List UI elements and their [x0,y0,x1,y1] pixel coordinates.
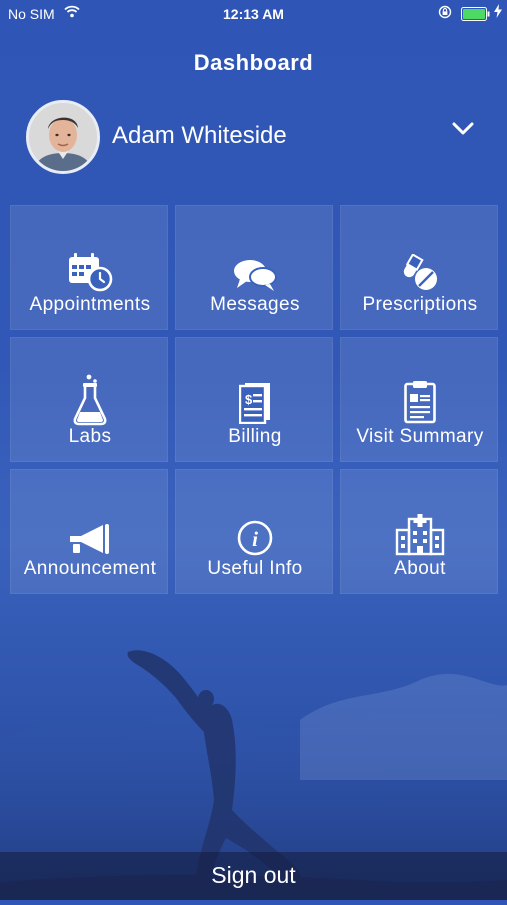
hospital-icon [341,508,499,556]
tile-label: Announcement [23,558,157,579]
flask-icon [11,374,169,426]
pills-icon [341,244,499,292]
calendar-clock-icon [11,244,169,292]
tile-labs[interactable]: Labs [10,337,168,462]
chat-bubbles-icon [176,244,334,292]
tile-announcement[interactable]: Announcement [10,469,168,594]
battery-icon [461,7,491,24]
invoice-icon: $ [176,376,334,424]
tile-label: Visit Summary [356,426,484,447]
sign-out-label: Sign out [211,862,296,888]
tile-label: Messages [210,294,300,315]
page-title: Dashboard [193,50,314,75]
megaphone-icon [11,508,169,556]
tile-about[interactable]: About [340,469,498,594]
info-icon: i [176,508,334,556]
tile-label: Appointments [29,294,151,315]
tile-label: Prescriptions [362,294,478,315]
tile-prescriptions[interactable]: Prescriptions [340,205,498,330]
tile-messages[interactable]: Messages [175,205,333,330]
status-bar: No SIM 12:13 AM [0,0,507,28]
tile-label: Billing [228,426,282,447]
profile-switcher[interactable]: Adam Whiteside [26,100,486,174]
clock: 12:13 AM [223,6,284,22]
charging-icon [494,4,502,21]
avatar[interactable] [26,100,100,174]
tile-label: Labs [68,426,112,447]
rotation-lock-icon [438,5,452,22]
tile-useful-info[interactable]: i Useful Info [175,469,333,594]
svg-text:$: $ [245,392,253,407]
chevron-down-icon[interactable] [452,122,474,141]
tile-appointments[interactable]: Appointments [10,205,168,330]
tile-visit-summary[interactable]: Visit Summary [340,337,498,462]
clipboard-icon [341,376,499,424]
tile-label: About [394,558,446,579]
sign-out-button[interactable]: Sign out [0,852,507,900]
user-name: Adam Whiteside [112,122,287,149]
svg-text:i: i [252,527,258,551]
tile-billing[interactable]: $ Billing [175,337,333,462]
tile-label: Useful Info [207,558,303,579]
